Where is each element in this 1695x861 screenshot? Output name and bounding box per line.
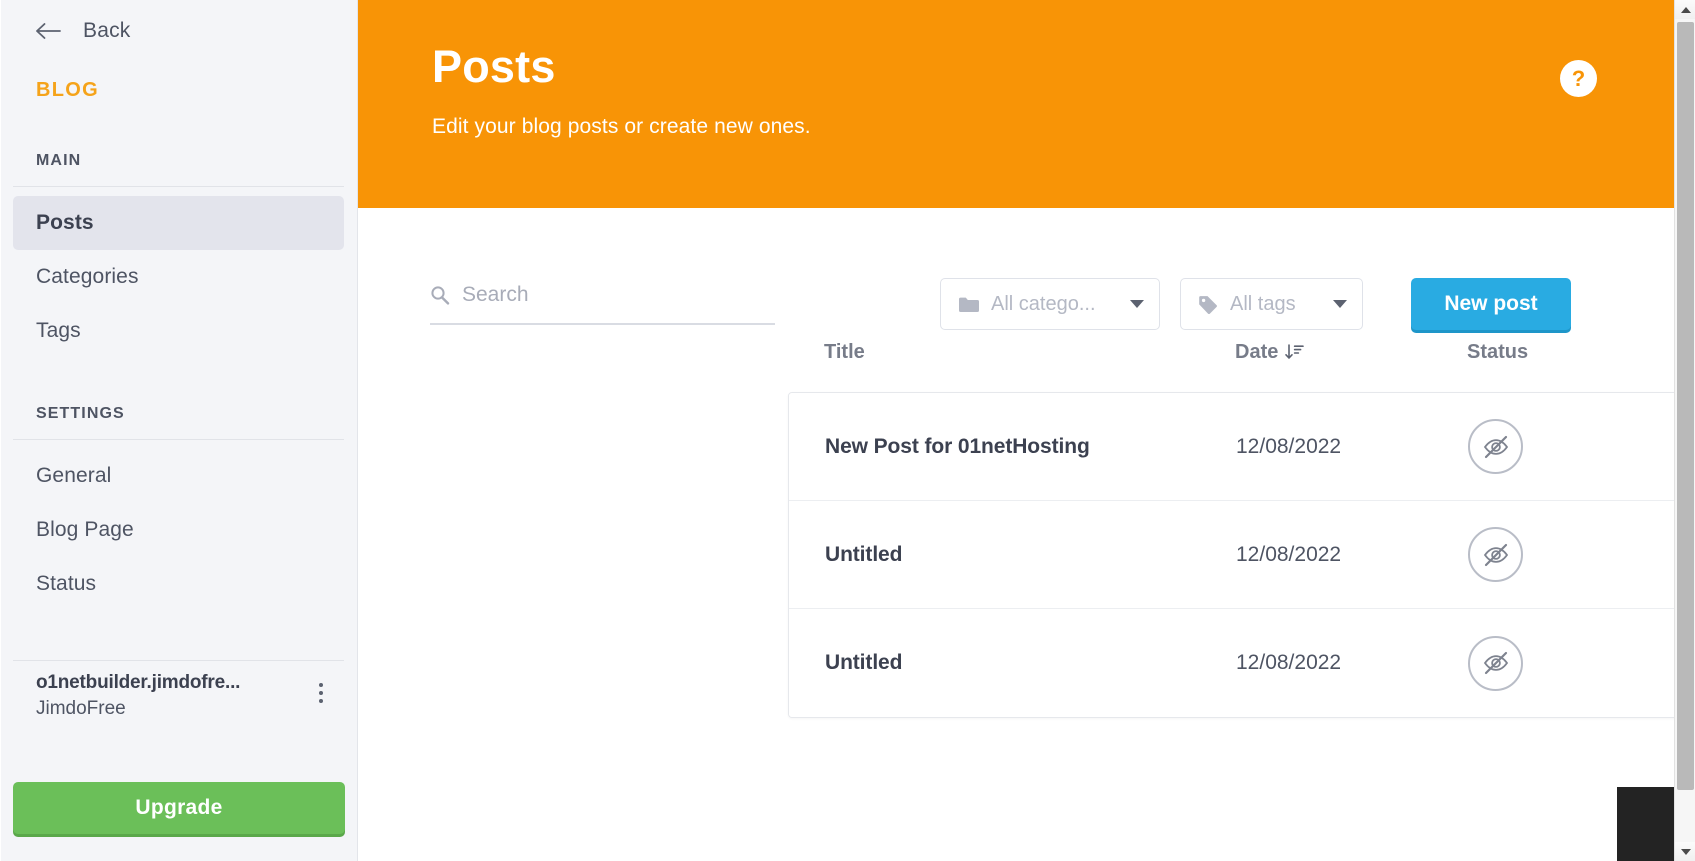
- sidebar-brand: BLOG: [36, 79, 99, 101]
- arrow-left-icon: [36, 21, 62, 41]
- eye-off-icon[interactable]: [1468, 635, 1523, 691]
- page-subtitle: Edit your blog posts or create new ones.: [432, 115, 811, 138]
- eye-off-icon[interactable]: [1468, 527, 1523, 582]
- table-row[interactable]: Untitled 12/08/2022: [789, 501, 1695, 609]
- sidebar-item-categories[interactable]: Categories: [13, 250, 344, 304]
- tag-icon: [1198, 295, 1218, 314]
- sidebar-item-label: Categories: [36, 265, 139, 288]
- help-icon[interactable]: ?: [1560, 60, 1597, 97]
- main-content: Posts Edit your blog posts or create new…: [358, 0, 1695, 861]
- sidebar-item-general[interactable]: General: [13, 449, 344, 503]
- tags-filter-label: All tags: [1230, 292, 1296, 315]
- sidebar-item-label: Blog Page: [36, 518, 134, 541]
- post-date: 12/08/2022: [1236, 542, 1342, 566]
- site-menu-kebab-icon[interactable]: [308, 678, 334, 708]
- site-domain: o1netbuilder.jimdofre...: [36, 672, 241, 693]
- bottom-right-overlay: [1617, 787, 1674, 861]
- post-status: [1468, 419, 1568, 474]
- column-header-title[interactable]: Title: [824, 341, 1235, 364]
- back-button[interactable]: Back: [13, 0, 344, 62]
- eye-off-icon[interactable]: [1468, 419, 1523, 474]
- sidebar-item-blog-page[interactable]: Blog Page: [13, 503, 344, 557]
- upgrade-button[interactable]: Upgrade: [13, 782, 345, 834]
- sidebar-item-label: General: [36, 464, 112, 487]
- sidebar-item-label: Tags: [36, 319, 81, 342]
- column-header-date[interactable]: Date: [1235, 341, 1467, 364]
- page-title: Posts: [432, 41, 556, 92]
- new-post-button[interactable]: New post: [1411, 278, 1571, 330]
- post-title: Untitled: [825, 542, 903, 566]
- column-header-date-label: Date: [1235, 340, 1279, 363]
- page-header: Posts Edit your blog posts or create new…: [358, 0, 1695, 208]
- sidebar-section-settings: SETTINGS: [36, 405, 125, 422]
- post-title: New Post for 01netHosting: [825, 434, 1090, 458]
- scroll-up-arrow-icon[interactable]: [1675, 0, 1695, 19]
- scroll-down-arrow-icon[interactable]: [1675, 842, 1695, 861]
- tags-filter-select[interactable]: All tags: [1180, 278, 1363, 330]
- column-header-status: Status: [1467, 341, 1567, 364]
- search-icon: [430, 285, 450, 305]
- post-date: 12/08/2022: [1236, 651, 1342, 674]
- app-window: Back BLOG MAIN Posts Categories Tags SET…: [0, 0, 1695, 861]
- window-left-edge: [0, 0, 1, 861]
- chevron-down-icon: [1130, 300, 1144, 308]
- sidebar-item-label: Status: [36, 572, 97, 595]
- chevron-down-icon: [1333, 300, 1347, 308]
- table-row[interactable]: New Post for 01netHosting 12/08/2022: [789, 393, 1695, 501]
- column-header-title-label: Title: [824, 340, 865, 363]
- categories-filter-select[interactable]: All catego...: [940, 278, 1160, 330]
- site-info: o1netbuilder.jimdofre... JimdoFree: [13, 672, 344, 720]
- posts-table-card: New Post for 01netHosting 12/08/2022 Unt…: [788, 392, 1695, 718]
- table-header-row: Title Date Status: [358, 332, 1695, 372]
- sidebar-item-label: Posts: [36, 211, 94, 234]
- sidebar-item-posts[interactable]: Posts: [13, 196, 344, 250]
- site-plan: JimdoFree: [36, 698, 126, 719]
- post-title: Untitled: [825, 651, 903, 674]
- sort-descending-icon: [1285, 343, 1305, 362]
- categories-filter-label: All catego...: [991, 292, 1096, 315]
- scrollbar-thumb[interactable]: [1677, 22, 1694, 790]
- post-date: 12/08/2022: [1236, 434, 1342, 458]
- vertical-scrollbar[interactable]: [1674, 0, 1695, 861]
- search-input[interactable]: [462, 283, 775, 307]
- sidebar-divider-main: [13, 186, 344, 187]
- folder-icon: [958, 296, 979, 313]
- sidebar-divider-settings: [13, 439, 344, 440]
- column-header-status-label: Status: [1467, 340, 1529, 363]
- toolbar: All catego... All tags New post: [358, 208, 1695, 332]
- sidebar-item-tags[interactable]: Tags: [13, 304, 344, 358]
- post-status: [1468, 635, 1568, 691]
- table-row[interactable]: Untitled 12/08/2022: [789, 609, 1695, 717]
- posts-table: Title Date Status New Post for 01netHost…: [358, 332, 1695, 718]
- search-field[interactable]: [430, 283, 775, 325]
- post-status: [1468, 527, 1568, 582]
- sidebar-section-main: MAIN: [36, 152, 82, 169]
- back-label: Back: [83, 19, 131, 42]
- sidebar-divider-site: [13, 660, 344, 661]
- sidebar: Back BLOG MAIN Posts Categories Tags SET…: [0, 0, 358, 861]
- sidebar-item-status[interactable]: Status: [13, 557, 344, 611]
